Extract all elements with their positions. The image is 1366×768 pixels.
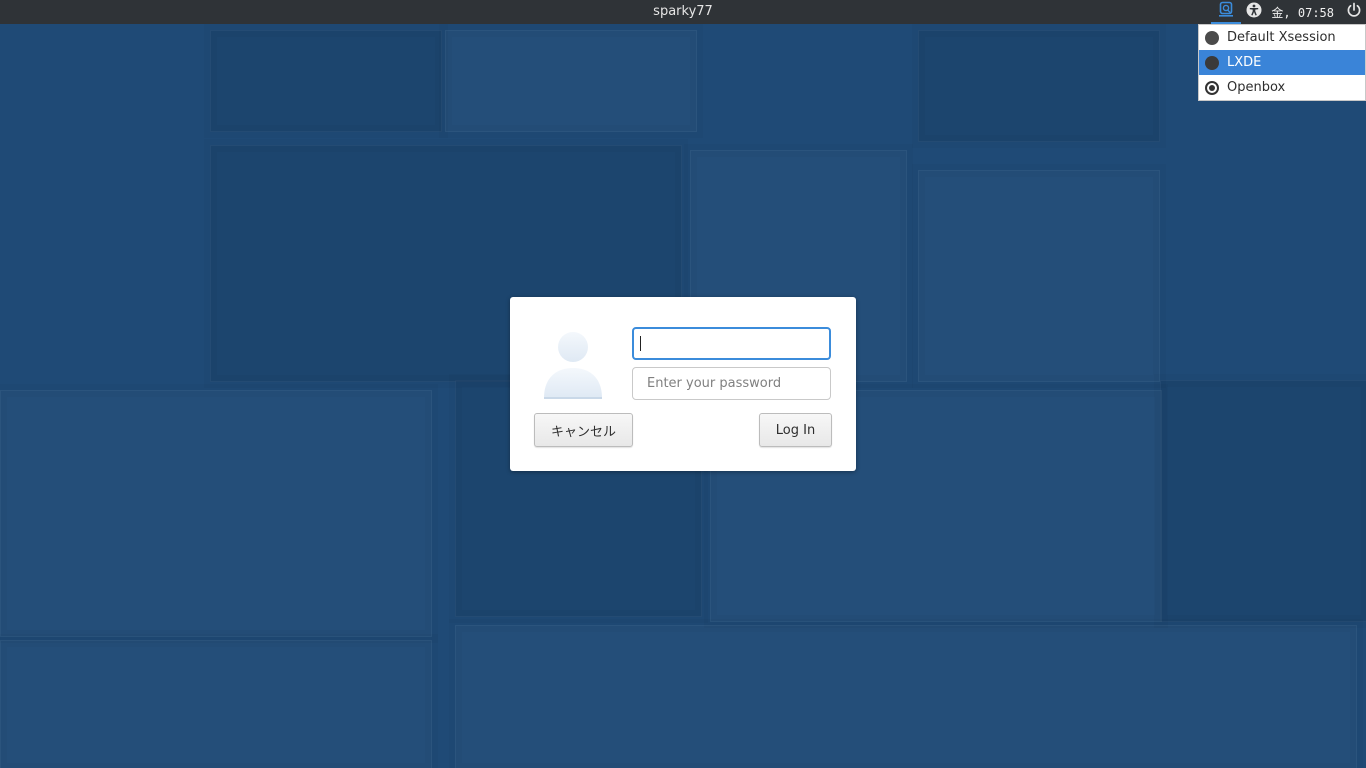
radio-selected-icon [1205, 80, 1219, 95]
cancel-button[interactable]: キャンセル [534, 413, 633, 447]
password-field[interactable] [632, 367, 831, 400]
accessibility-icon [1246, 2, 1262, 22]
log-in-button[interactable]: Log In [759, 413, 832, 447]
text-caret [640, 336, 641, 351]
radio-icon [1205, 30, 1219, 45]
session-menu: Default Xsession LXDE Openbox [1198, 24, 1366, 101]
login-dialog: キャンセル Log In [510, 297, 856, 471]
session-item-default-xsession[interactable]: Default Xsession [1199, 25, 1365, 50]
accessibility-indicator[interactable] [1241, 0, 1267, 24]
username-field[interactable] [632, 327, 831, 360]
session-icon [1218, 1, 1234, 21]
power-icon [1346, 2, 1362, 22]
hostname-label: sparky77 [653, 4, 713, 19]
session-item-lxde[interactable]: LXDE [1199, 50, 1365, 75]
session-item-label: Default Xsession [1227, 30, 1336, 45]
user-avatar-icon [542, 330, 606, 400]
power-indicator[interactable] [1342, 0, 1366, 24]
session-item-openbox[interactable]: Openbox [1199, 75, 1365, 100]
indicator-area: 金, 07:58 [1211, 0, 1366, 24]
session-indicator[interactable] [1211, 0, 1242, 24]
top-panel: sparky77 金, 07:58 [0, 0, 1366, 24]
clock-indicator[interactable]: 金, 07:58 [1267, 0, 1342, 24]
session-item-label: LXDE [1227, 55, 1262, 70]
radio-icon [1205, 55, 1219, 70]
session-item-label: Openbox [1227, 80, 1286, 95]
